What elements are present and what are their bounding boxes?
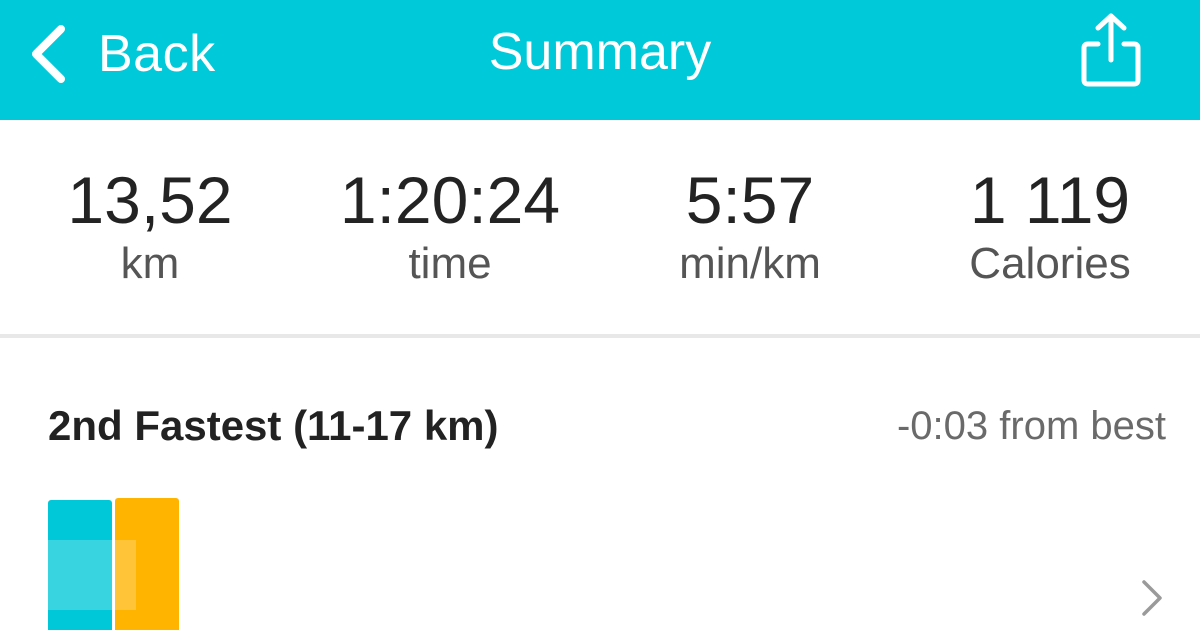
stat-value: 13,52 bbox=[67, 163, 233, 237]
chevron-left-icon bbox=[28, 24, 68, 84]
stat-value: 5:57 bbox=[685, 163, 815, 237]
stats-row: 13,52 km 1:20:24 time 5:57 min/km 1 119 … bbox=[0, 120, 1200, 334]
top-nav-bar: Back Summary bbox=[0, 0, 1200, 120]
back-button[interactable]: Back bbox=[28, 22, 216, 86]
stat-distance: 13,52 km bbox=[0, 162, 300, 292]
bar-highlight bbox=[48, 540, 136, 610]
stat-time: 1:20:24 time bbox=[300, 162, 600, 292]
stat-unit: km bbox=[120, 239, 180, 288]
fastest-title: 2nd Fastest (11-17 km) bbox=[48, 402, 499, 449]
comparison-bars bbox=[48, 498, 188, 630]
stat-value: 1:20:24 bbox=[339, 163, 561, 237]
share-icon bbox=[1078, 12, 1144, 90]
section-divider bbox=[0, 334, 1200, 338]
chevron-right-icon bbox=[1138, 576, 1166, 620]
fastest-diff: -0:03 from best bbox=[896, 404, 1166, 448]
stat-unit: min/km bbox=[679, 239, 821, 288]
back-label: Back bbox=[98, 25, 216, 83]
stat-calories: 1 119 Calories bbox=[900, 162, 1200, 292]
stat-pace: 5:57 min/km bbox=[600, 162, 900, 292]
stat-unit: time bbox=[408, 239, 492, 288]
stat-value: 1 119 bbox=[969, 163, 1131, 237]
stat-unit: Calories bbox=[969, 239, 1131, 288]
fastest-detail-link[interactable] bbox=[1138, 576, 1166, 620]
share-button[interactable] bbox=[1078, 12, 1144, 90]
